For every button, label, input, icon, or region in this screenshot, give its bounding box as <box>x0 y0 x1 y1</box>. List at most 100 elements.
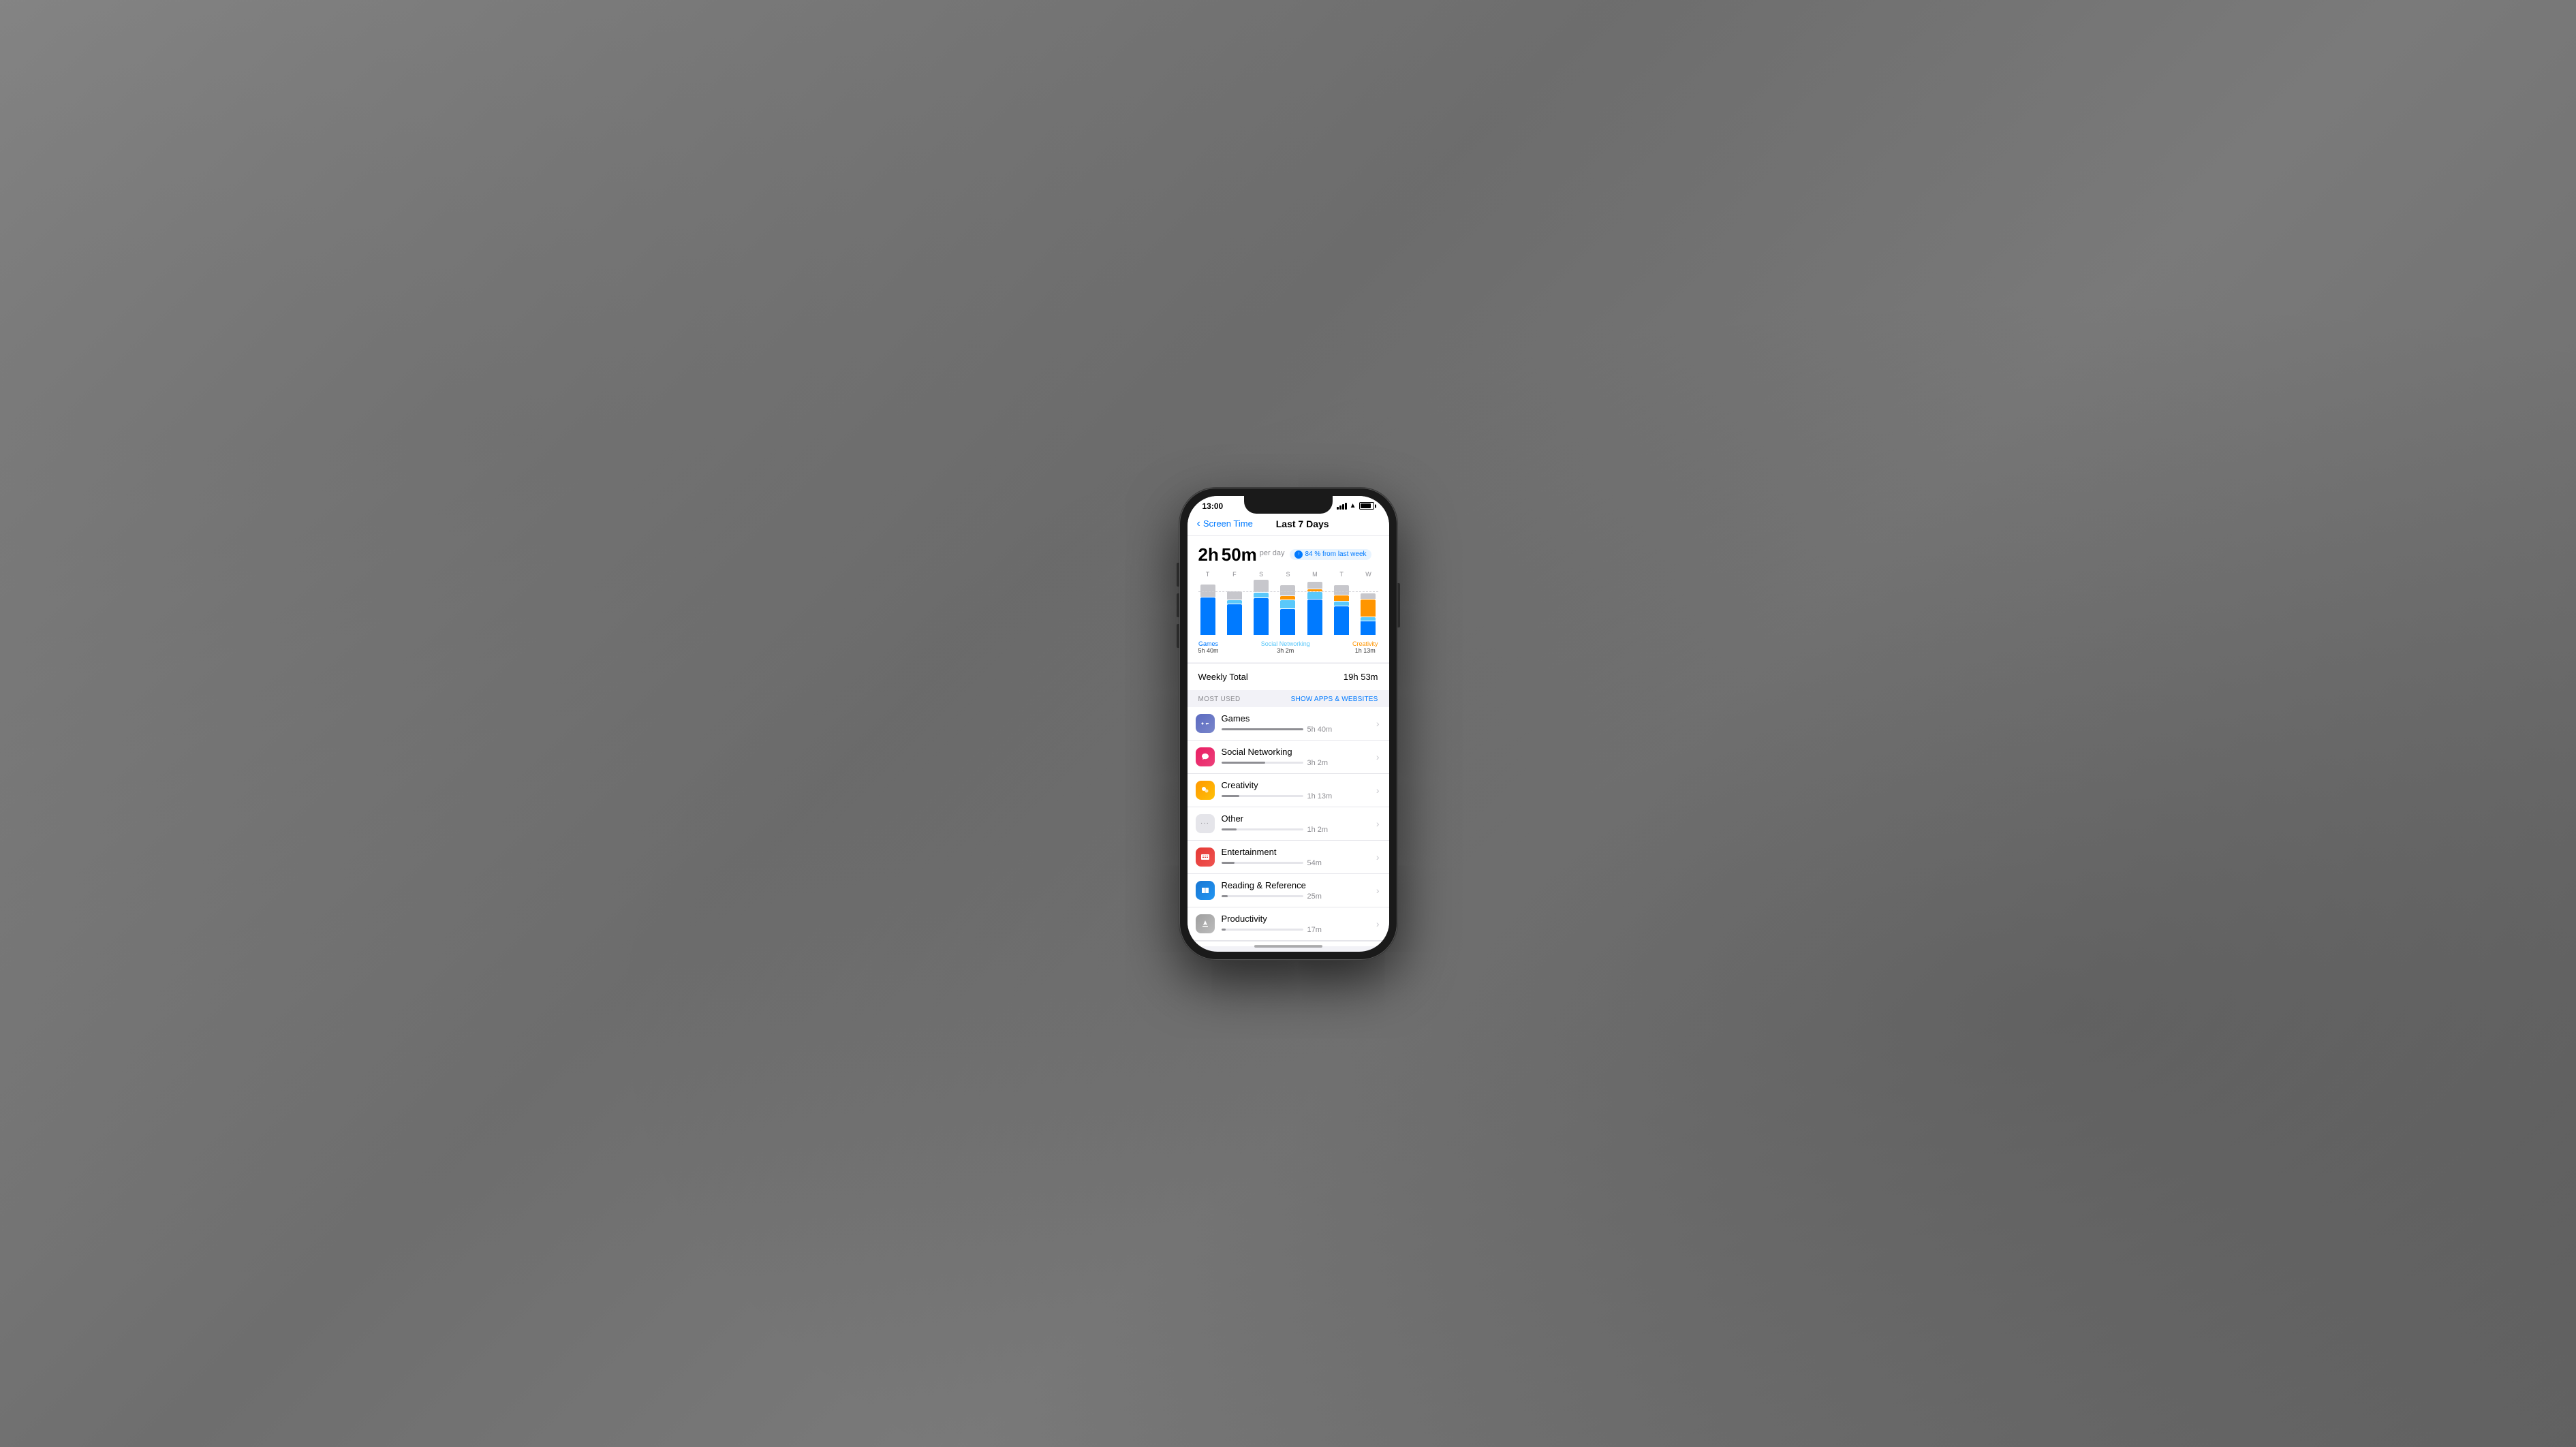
reading-icon <box>1196 881 1215 900</box>
day-label-3: S <box>1278 571 1297 578</box>
social-bar-fill <box>1222 762 1266 764</box>
most-used-label: MOST USED <box>1198 696 1241 703</box>
other-time: 1h 2m <box>1307 826 1329 834</box>
bar-group-1 <box>1225 580 1244 635</box>
other-icon: ··· <box>1196 814 1215 833</box>
day-label-6: W <box>1359 571 1378 578</box>
games-info: Games 5h 40m <box>1222 713 1369 734</box>
day-label-2: S <box>1252 571 1271 578</box>
legend-creativity-value: 1h 13m <box>1352 647 1378 654</box>
category-item-games[interactable]: Games 5h 40m › <box>1188 707 1389 741</box>
chart-bars <box>1198 580 1378 635</box>
games-name: Games <box>1222 713 1369 724</box>
signal-icon <box>1337 503 1347 510</box>
creativity-icon <box>1196 781 1215 800</box>
productivity-info: Productivity 17m <box>1222 914 1369 934</box>
reading-bar: 25m <box>1222 892 1369 901</box>
entertainment-name: Entertainment <box>1222 847 1369 857</box>
productivity-bar-track <box>1222 929 1303 931</box>
show-apps-button[interactable]: SHOW APPS & WEBSITES <box>1291 696 1378 703</box>
day-label-1: F <box>1225 571 1244 578</box>
creativity-chevron-icon: › <box>1376 785 1380 796</box>
creativity-info: Creativity 1h 13m <box>1222 780 1369 800</box>
legend-social-label: Social Networking <box>1261 640 1310 647</box>
notch <box>1244 496 1333 514</box>
productivity-name: Productivity <box>1222 914 1369 924</box>
productivity-chevron-icon: › <box>1376 918 1380 929</box>
category-list: Games 5h 40m › <box>1188 707 1389 941</box>
entertainment-info: Entertainment 54m <box>1222 847 1369 867</box>
category-item-reading[interactable]: Reading & Reference 25m › <box>1188 874 1389 907</box>
weekly-total-label: Weekly Total <box>1198 672 1248 682</box>
category-item-other[interactable]: ··· Other 1h 2m › <box>1188 807 1389 841</box>
nav-title: Last 7 Days <box>1276 518 1329 529</box>
weekly-total-value: 19h 53m <box>1344 672 1378 682</box>
other-bar-track <box>1222 828 1303 830</box>
phone-frame: 13:00 ▲ ‹ Sc <box>1179 488 1397 960</box>
creativity-time: 1h 13m <box>1307 792 1333 800</box>
nav-back-label: Screen Time <box>1203 518 1253 529</box>
chart-day-labels: T F S S M T W <box>1198 571 1378 578</box>
social-icon <box>1196 747 1215 766</box>
productivity-bar: 17m <box>1222 926 1369 934</box>
chart-legend: Games 5h 40m Social Networking 3h 2m Cre… <box>1198 640 1378 654</box>
nav-bar: ‹ Screen Time Last 7 Days <box>1188 514 1389 536</box>
category-item-productivity[interactable]: Productivity 17m › <box>1188 907 1389 941</box>
back-chevron-icon: ‹ <box>1197 518 1200 530</box>
legend-social: Social Networking 3h 2m <box>1261 640 1310 654</box>
bar-group-6 <box>1359 580 1378 635</box>
other-chevron-icon: › <box>1376 818 1380 829</box>
social-name: Social Networking <box>1222 747 1369 757</box>
entertainment-bar: 54m <box>1222 859 1369 867</box>
creativity-bar: 1h 13m <box>1222 792 1369 800</box>
productivity-bar-fill <box>1222 929 1226 931</box>
status-icons: ▲ <box>1337 502 1374 510</box>
creativity-bar-track <box>1222 795 1303 797</box>
other-bar: 1h 2m <box>1222 826 1369 834</box>
status-time: 13:00 <box>1202 501 1224 511</box>
entertainment-time: 54m <box>1307 859 1322 867</box>
nav-back-button[interactable]: ‹ Screen Time <box>1197 518 1253 530</box>
games-time: 5h 40m <box>1307 726 1333 734</box>
social-info: Social Networking 3h 2m <box>1222 747 1369 767</box>
creativity-bar-fill <box>1222 795 1239 797</box>
battery-icon <box>1359 502 1374 510</box>
reading-time: 25m <box>1307 892 1322 901</box>
entertainment-bar-fill <box>1222 862 1235 864</box>
home-indicator <box>1254 945 1322 948</box>
creativity-name: Creativity <box>1222 780 1369 790</box>
games-icon <box>1196 714 1215 733</box>
bar-group-0 <box>1198 580 1217 635</box>
bar-group-3 <box>1278 580 1297 635</box>
productivity-icon <box>1196 914 1215 933</box>
entertainment-chevron-icon: › <box>1376 852 1380 862</box>
wifi-icon: ▲ <box>1350 502 1356 510</box>
other-name: Other <box>1222 813 1369 824</box>
legend-social-value: 3h 2m <box>1261 647 1310 654</box>
bar-group-5 <box>1332 580 1351 635</box>
games-bar-fill <box>1222 728 1303 730</box>
legend-games-label: Games <box>1198 640 1219 647</box>
social-bar: 3h 2m <box>1222 759 1369 767</box>
phone-wrapper: 13:00 ▲ ‹ Sc <box>1179 488 1397 960</box>
category-item-entertainment[interactable]: Entertainment 54m › <box>1188 841 1389 874</box>
reading-info: Reading & Reference 25m <box>1222 880 1369 901</box>
per-day-label: per day <box>1260 549 1285 559</box>
daily-avg-hours: 2h 50m <box>1198 546 1257 563</box>
other-info: Other 1h 2m <box>1222 813 1369 834</box>
legend-games: Games 5h 40m <box>1198 640 1219 654</box>
legend-games-value: 5h 40m <box>1198 647 1219 654</box>
weekly-total-section: Weekly Total 19h 53m <box>1188 663 1389 690</box>
trend-badge: ↑ 84 % from last week <box>1290 549 1371 560</box>
bar-chart-section: T F S S M T W <box>1188 571 1389 662</box>
category-item-social[interactable]: Social Networking 3h 2m › <box>1188 741 1389 774</box>
main-content[interactable]: 2h 50m per day ↑ 84 % from last week T F <box>1188 536 1389 946</box>
day-label-4: M <box>1305 571 1324 578</box>
trend-up-icon: ↑ <box>1294 550 1303 559</box>
daily-average-section: 2h 50m per day ↑ 84 % from last week <box>1188 536 1389 571</box>
games-bar-track <box>1222 728 1303 730</box>
day-label-5: T <box>1332 571 1351 578</box>
phone-screen: 13:00 ▲ ‹ Sc <box>1188 496 1389 952</box>
trend-text: 84 % from last week <box>1305 550 1366 558</box>
category-item-creativity[interactable]: Creativity 1h 13m › <box>1188 774 1389 807</box>
